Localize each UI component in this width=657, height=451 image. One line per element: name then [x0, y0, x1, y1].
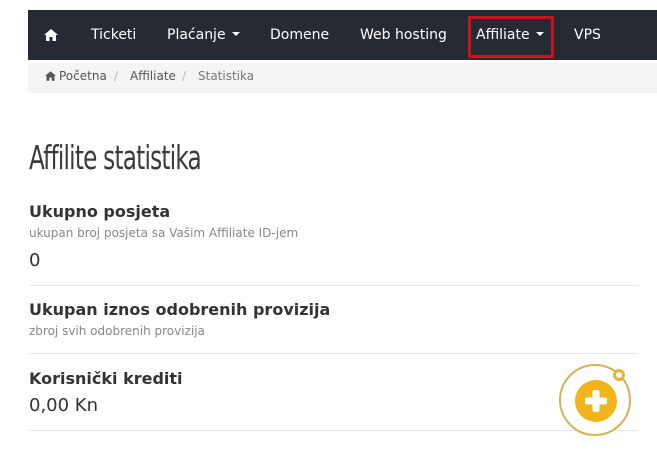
breadcrumb-home-link[interactable]: Početna: [59, 63, 107, 90]
home-icon: [45, 71, 56, 81]
stat-title-visits: Ukupno posjeta: [29, 202, 171, 221]
nav-item-ticketi[interactable]: Ticketi: [91, 10, 136, 60]
home-icon: [44, 29, 58, 41]
nav-item-label: VPS: [574, 27, 601, 43]
fab-indicator-dot: [613, 369, 625, 381]
caret-down-icon: [231, 32, 240, 36]
stat-title-commissions: Ukupan iznos odobrenih provizija: [29, 300, 331, 319]
divider: [29, 353, 638, 354]
stat-title-credits: Korisnički krediti: [29, 369, 183, 388]
nav-item-vps[interactable]: VPS: [574, 10, 601, 60]
stat-desc-commissions: zbroj svih odobrenih provizija: [29, 324, 205, 338]
plus-icon: [585, 390, 607, 412]
page-title: Affilite statistika: [29, 138, 202, 177]
nav-item-label: Ticketi: [91, 27, 137, 43]
top-navbar: Ticketi Plaćanje Domene Web hosting Affi…: [28, 10, 657, 60]
stat-value-visits: 0: [29, 250, 41, 271]
breadcrumb-current: Statistika: [198, 69, 255, 83]
affiliate-highlight-box: [468, 16, 554, 58]
nav-item-domene[interactable]: Domene: [270, 10, 329, 60]
add-button[interactable]: [575, 380, 617, 422]
breadcrumb-affiliate-link[interactable]: Affiliate: [130, 63, 176, 90]
nav-home[interactable]: [42, 10, 62, 60]
breadcrumb-separator: /: [114, 69, 119, 83]
divider: [29, 430, 638, 431]
stat-value-credits: 0,00 Kn: [29, 395, 99, 416]
breadcrumb-separator: /: [182, 69, 187, 83]
nav-item-label: Domene: [270, 27, 330, 43]
stat-desc-visits: ukupan broj posjeta sa Vašim Affiliate I…: [29, 226, 299, 240]
divider: [29, 285, 638, 286]
nav-item-label: Web hosting: [360, 27, 447, 43]
nav-item-label: Plaćanje: [167, 27, 226, 43]
nav-item-placanje[interactable]: Plaćanje: [167, 10, 240, 60]
nav-item-web-hosting[interactable]: Web hosting: [360, 10, 447, 60]
breadcrumb: Početna / Affiliate / Statistika: [28, 63, 657, 93]
